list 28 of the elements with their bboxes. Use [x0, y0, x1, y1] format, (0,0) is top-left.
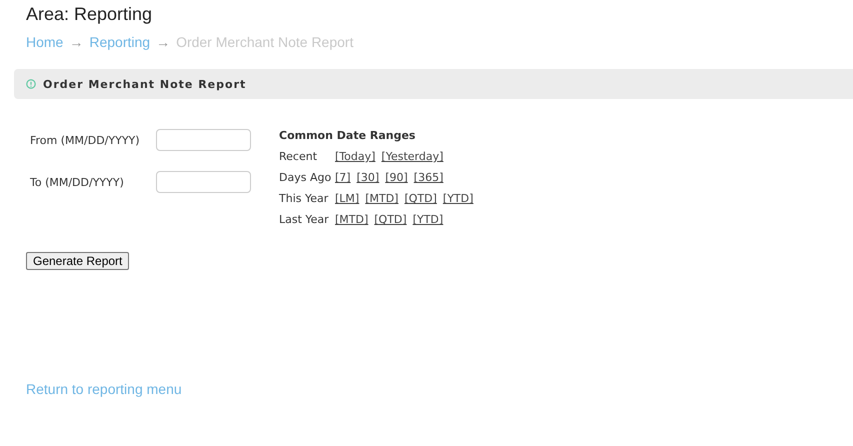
field-label: To (MM/DD/YYYY)	[30, 176, 125, 188]
range-link[interactable]: [7]	[335, 171, 351, 184]
panel-title: Order Merchant Note Report	[43, 78, 246, 90]
range-link[interactable]: [MTD]	[335, 213, 368, 226]
generate-report-button[interactable]: Generate Report	[26, 252, 130, 270]
range-link[interactable]: [Today]	[335, 150, 376, 163]
breadcrumb-separator: →	[69, 34, 84, 50]
range-label: Recent	[279, 150, 318, 163]
range-link[interactable]: [MTD]	[365, 192, 398, 205]
range-link[interactable]: [LM]	[335, 192, 360, 205]
field-label: From (MM/DD/YYYY)	[30, 134, 141, 146]
range-link[interactable]: [YTD]	[442, 192, 474, 205]
area-title: Area: Reporting	[26, 4, 152, 25]
range-link[interactable]: [Yesterday]	[381, 150, 444, 163]
info-icon	[26, 79, 36, 89]
range-link[interactable]: [90]	[385, 171, 408, 184]
range-link[interactable]: [30]	[356, 171, 380, 184]
ranges-title: Common Date Ranges	[279, 129, 416, 142]
date-input[interactable]	[156, 171, 251, 193]
breadcrumb-separator: →	[156, 34, 170, 50]
range-link[interactable]: [YTD]	[412, 213, 444, 226]
range-label: Last Year	[279, 213, 330, 226]
range-label: Days Ago	[279, 171, 332, 184]
range-link[interactable]: [QTD]	[374, 213, 407, 226]
range-label: This Year	[279, 192, 330, 205]
date-input[interactable]	[156, 129, 251, 151]
range-link[interactable]: [365]	[414, 171, 444, 184]
range-link[interactable]: [QTD]	[404, 192, 437, 205]
